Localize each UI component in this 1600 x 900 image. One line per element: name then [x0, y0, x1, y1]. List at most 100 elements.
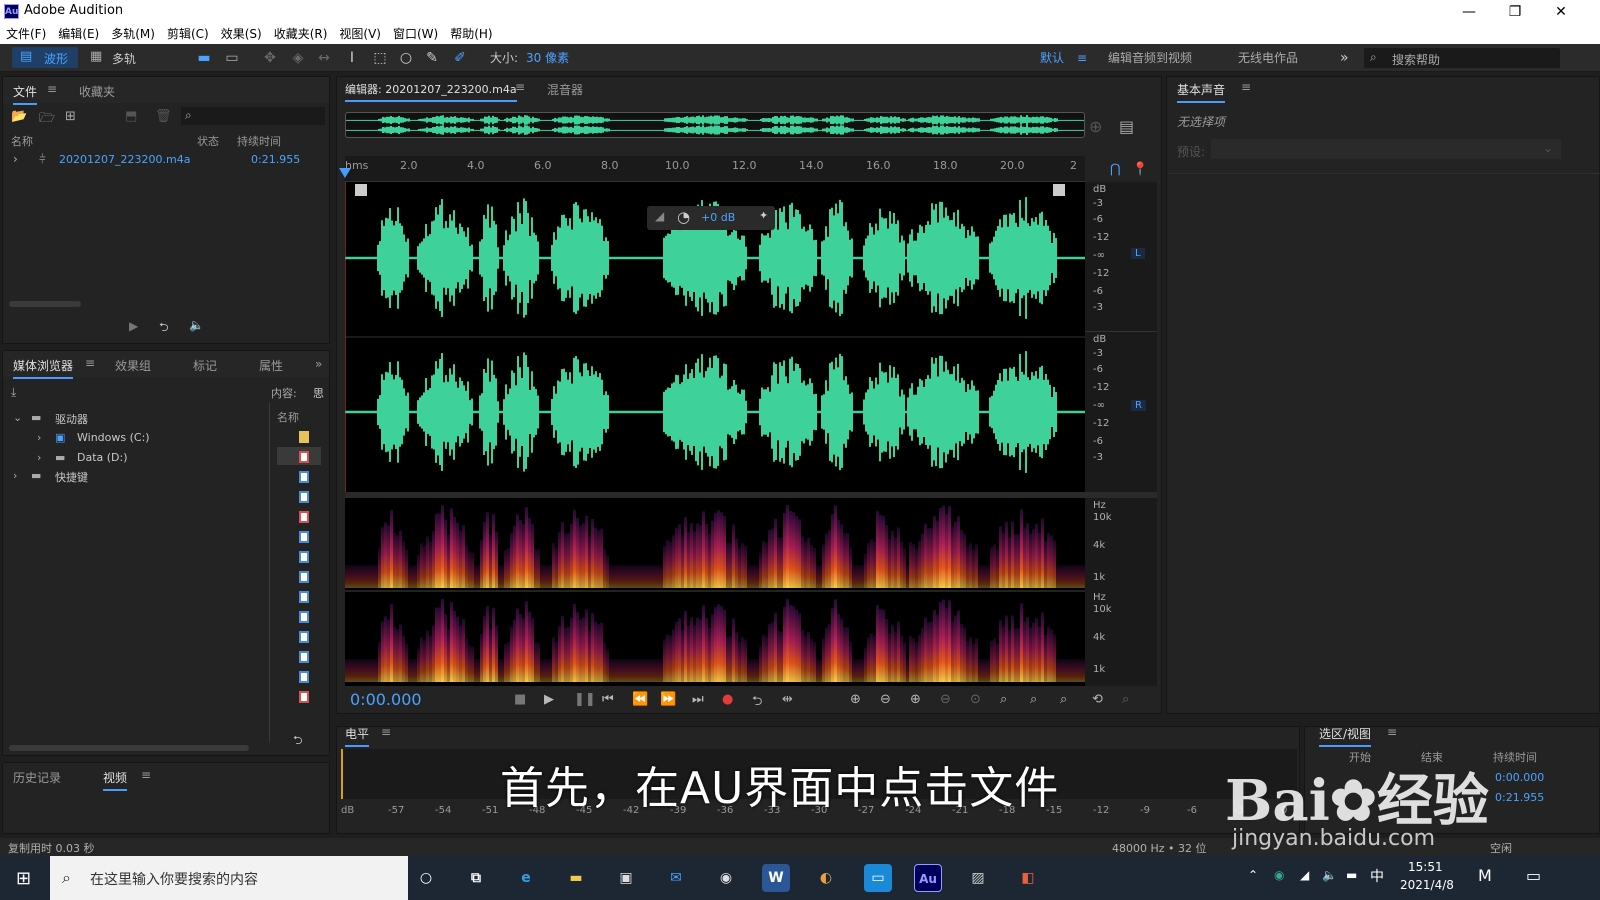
spot-healing-tool-icon[interactable]: ✐	[452, 50, 468, 66]
file-icon[interactable]	[299, 611, 309, 623]
photos-icon[interactable]: ▨	[964, 864, 992, 892]
hud-gain-control[interactable]: ◢ ◔ +0 dB ✦	[647, 206, 775, 230]
windows-start-icon[interactable]: ⊞	[16, 868, 31, 889]
file-explorer-icon[interactable]: ▬	[562, 864, 590, 892]
col-name[interactable]: 名称	[11, 133, 33, 149]
file-icon[interactable]	[299, 451, 309, 463]
menu-clip[interactable]: 剪辑(C)	[161, 24, 215, 44]
zoom-navigator-icon[interactable]: ⊕	[1089, 117, 1102, 136]
levels-menu-icon[interactable]: ≡	[381, 725, 391, 739]
fast-forward-icon[interactable]: ⏩	[660, 692, 676, 707]
record-icon[interactable]: ●	[722, 692, 733, 707]
file-icon[interactable]	[299, 551, 309, 563]
menu-file[interactable]: 文件(F)	[0, 24, 52, 44]
delete-icon[interactable]: 🗑	[155, 109, 172, 124]
file-icon[interactable]	[299, 511, 309, 523]
zoom-out-time-icon[interactable]: ⊖	[940, 692, 951, 707]
files-search-input[interactable]: ⌕	[181, 107, 325, 125]
store-icon[interactable]: ▣	[612, 864, 640, 892]
current-time-display[interactable]: 0:00.000	[350, 690, 422, 709]
files-scrollbar[interactable]	[9, 301, 81, 307]
tree-windows-c[interactable]: Windows (C:)	[77, 431, 150, 444]
col-duration[interactable]: 持续时间	[237, 133, 281, 149]
essential-sound-menu-icon[interactable]: ≡	[1241, 80, 1251, 94]
play-icon[interactable]: ▶	[544, 692, 554, 707]
slip-tool-icon[interactable]: ↔	[316, 50, 332, 66]
app-icon[interactable]: ◧	[1014, 864, 1042, 892]
snap-icon[interactable]: ⋂	[1110, 162, 1121, 177]
tree-drives[interactable]: 驱动器	[55, 411, 88, 427]
gain-knob-icon[interactable]: ◔	[677, 208, 690, 226]
tab-video[interactable]: 视频	[103, 769, 128, 791]
skip-selection-icon[interactable]: ⇹	[782, 692, 793, 707]
network-icon[interactable]: ◢	[1300, 868, 1309, 882]
brush-size-value[interactable]: 30 像素	[526, 48, 569, 68]
app-icon[interactable]: ◐	[812, 864, 840, 892]
tree-data-d[interactable]: Data (D:)	[77, 451, 128, 464]
notification-icon[interactable]: ▭	[1526, 866, 1541, 885]
import-file-icon[interactable]: 🗁	[39, 109, 55, 131]
lasso-tool-icon[interactable]: ○	[398, 50, 414, 66]
tab-media-browser[interactable]: 媒体浏览器	[13, 357, 74, 379]
col-status[interactable]: 状态	[197, 133, 219, 149]
file-icon[interactable]	[299, 531, 309, 543]
edge-icon[interactable]: e	[512, 864, 540, 892]
hud-pin-icon[interactable]: ✦	[759, 209, 768, 222]
rewind-icon[interactable]: ⏪	[632, 692, 648, 707]
waveform-display[interactable]: ◢ ◔ +0 dB ✦	[344, 182, 1085, 492]
zoom-in-point-icon[interactable]: ⌕	[1000, 692, 1007, 707]
fade-out-handle[interactable]	[1053, 184, 1065, 196]
download-icon[interactable]: ⤓	[11, 385, 16, 400]
file-name[interactable]: 20201207_223200.m4a	[59, 153, 190, 166]
history-panel-menu-icon[interactable]: ≡	[141, 768, 151, 782]
next-icon[interactable]: ⏭	[692, 692, 704, 707]
file-icon[interactable]	[299, 591, 309, 603]
workspace-default[interactable]: 默认	[1040, 48, 1064, 68]
waveform-view-icon[interactable]: ▬	[196, 50, 212, 66]
marquee-tool-icon[interactable]: ⬚	[372, 50, 388, 66]
task-view-icon[interactable]: ⧉	[462, 864, 490, 892]
zoom-out-amplitude-icon[interactable]: ⊖	[880, 692, 891, 707]
split-divider[interactable]	[269, 403, 270, 743]
tree-expand-icon[interactable]: ›	[37, 451, 41, 464]
spectral-display[interactable]	[345, 498, 1086, 686]
stop-icon[interactable]: ■	[514, 692, 526, 707]
levels-title[interactable]: 电平	[345, 725, 370, 747]
editor-menu-icon[interactable]: ≡	[515, 80, 525, 94]
tab-effects-rack[interactable]: 效果组	[115, 357, 151, 374]
zoom-selection-icon[interactable]: ⊙	[970, 692, 981, 707]
security-icon[interactable]: ◉	[1274, 868, 1284, 882]
tree-shortcuts[interactable]: 快捷键	[55, 469, 88, 485]
tab-favorites[interactable]: 收藏夹	[79, 83, 115, 100]
zoom-in-amplitude-icon[interactable]: ⊕	[850, 692, 861, 707]
tab-markers[interactable]: 标记	[193, 357, 217, 374]
pin-icon[interactable]: 📍	[1132, 162, 1148, 177]
menu-help[interactable]: 帮助(H)	[444, 24, 498, 44]
selection-duration[interactable]: 0:00.000	[1495, 771, 1544, 784]
hud-gain-value[interactable]: +0 dB	[701, 211, 735, 224]
taskbar-search-input[interactable]: ⌕ 在这里输入你要搜索的内容	[50, 856, 408, 900]
tree-expand-icon[interactable]: ›	[37, 431, 41, 444]
track-list-icon[interactable]: ▤	[1119, 117, 1134, 136]
ime-indicator[interactable]: 中	[1370, 866, 1384, 886]
channel-left-button[interactable]: L	[1131, 248, 1145, 259]
tab-history[interactable]: 历史记录	[13, 769, 61, 786]
clock-date[interactable]: 2021/4/8	[1400, 878, 1454, 892]
menu-multitrack[interactable]: 多轨(M)	[105, 24, 161, 44]
file-row[interactable]: › ⫩ 20201207_223200.m4a 0:21.955	[7, 151, 325, 169]
reset-zoom-icon[interactable]: ⟲	[1092, 692, 1103, 707]
file-icon[interactable]	[299, 631, 309, 643]
cortana-icon[interactable]: ○	[412, 864, 440, 892]
move-tool-icon[interactable]: ✥	[262, 50, 278, 66]
waveform-mode-button[interactable]: ▤ 波形	[12, 47, 78, 68]
zoom-full-icon[interactable]: ⌕	[1060, 692, 1067, 707]
battery-icon[interactable]: ▬	[1346, 868, 1357, 882]
word-icon[interactable]: W	[762, 864, 790, 892]
open-file-icon[interactable]: 📂	[11, 109, 27, 124]
tab-files[interactable]: 文件	[13, 83, 38, 105]
autoplay-icon[interactable]: 🔈	[189, 318, 204, 332]
tray-chevron-icon[interactable]: ⌃	[1248, 868, 1258, 882]
multitrack-mode-button[interactable]: ▦ 多轨	[84, 47, 150, 68]
view-duration[interactable]: 0:21.955	[1495, 791, 1544, 804]
minimize-button[interactable]: —	[1446, 0, 1492, 24]
